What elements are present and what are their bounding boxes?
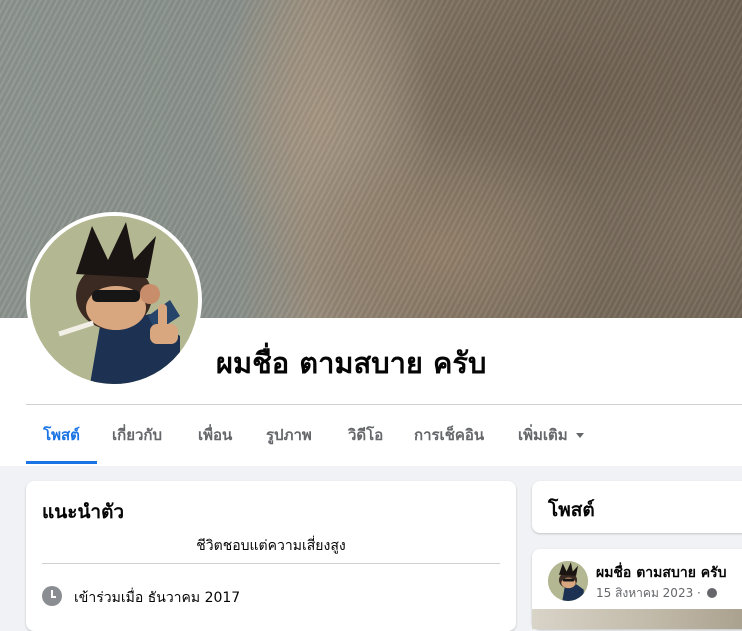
post-card: ผมชื่อ ตามสบาย ครับ 15 สิงหาคม 2023 · [532, 549, 742, 629]
joined-date: เข้าร่วมเมื่อ ธันวาคม 2017 [74, 590, 241, 606]
header-divider [26, 404, 742, 405]
caret-down-icon [575, 433, 584, 438]
globe-icon [706, 588, 717, 598]
profile-picture-image [30, 216, 198, 384]
posts-header-card: โพสต์ [532, 481, 742, 533]
post-date[interactable]: 15 สิงหาคม 2023 · [596, 586, 701, 600]
intro-card: แนะนำตัว ชีวิตชอบแต่ความเสี่ยงสูง เข้าร่… [26, 481, 516, 631]
post-photo[interactable] [532, 609, 742, 629]
tab-friends[interactable]: เพื่อน [198, 408, 232, 464]
tab-checkins[interactable]: การเช็คอิน [414, 408, 484, 464]
intro-bio: ชีวิตชอบแต่ความเสี่ยงสูง [196, 538, 346, 554]
clock-icon [42, 586, 62, 606]
post-author-name[interactable]: ผมชื่อ ตามสบาย ครับ [596, 562, 727, 584]
post-meta: 15 สิงหาคม 2023 · [596, 584, 717, 603]
tab-more[interactable]: เพิ่มเติม [518, 408, 584, 464]
tab-posts[interactable]: โพสต์ [26, 408, 97, 464]
profile-picture[interactable] [26, 212, 202, 388]
cartoon-avatar-art [30, 216, 198, 384]
tab-videos[interactable]: วิดีโอ [348, 408, 383, 464]
cartoon-avatar-art-small [548, 561, 588, 601]
tab-photos[interactable]: รูปภาพ [266, 408, 312, 464]
profile-name: ผมชื่อ ตามสบาย ครับ [216, 346, 487, 380]
intro-divider [42, 563, 500, 564]
post-author-avatar[interactable] [548, 561, 588, 601]
intro-title: แนะนำตัว [42, 501, 125, 523]
tab-more-label: เพิ่มเติม [518, 426, 568, 444]
posts-title: โพสต์ [548, 499, 595, 521]
tab-about[interactable]: เกี่ยวกับ [112, 408, 162, 464]
